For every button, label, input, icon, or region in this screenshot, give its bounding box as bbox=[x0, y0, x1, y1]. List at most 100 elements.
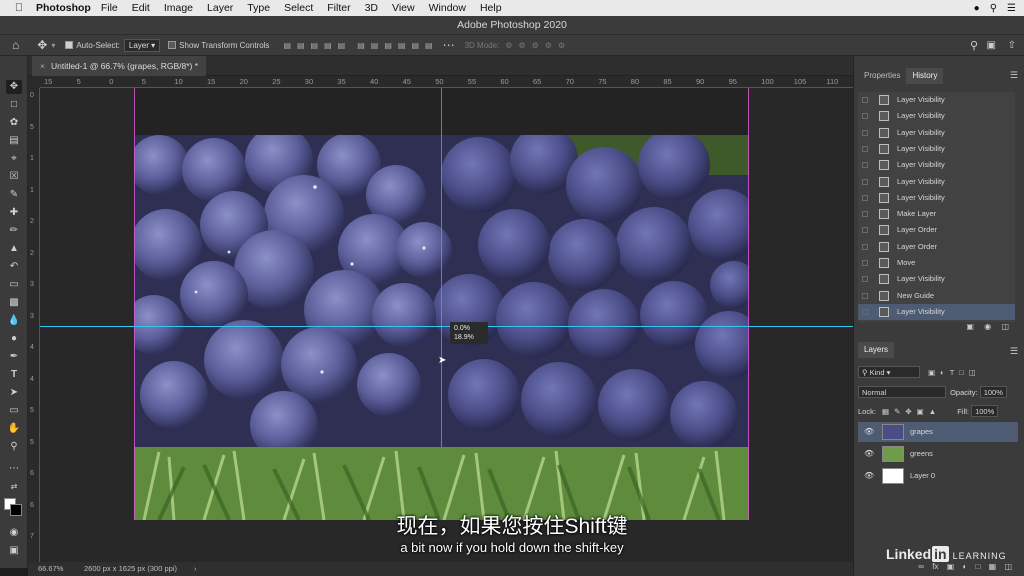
history-row[interactable]: Layer Visibility bbox=[858, 92, 1015, 108]
history-row[interactable]: Layer Order bbox=[858, 222, 1015, 238]
delete-layer-icon[interactable]: ◫ bbox=[1004, 562, 1012, 571]
link-layers-icon[interactable]: ∞ bbox=[918, 562, 924, 571]
more-options-icon[interactable]: ⋯ bbox=[443, 38, 455, 52]
brush-tool-icon[interactable]: ✏ bbox=[6, 224, 22, 238]
gradient-tool-icon[interactable]: ▩ bbox=[6, 296, 22, 310]
history-source-checkbox[interactable] bbox=[862, 162, 868, 169]
dodge-tool-icon[interactable]: ● bbox=[6, 332, 22, 346]
history-source-checkbox[interactable] bbox=[862, 276, 868, 283]
history-source-checkbox[interactable] bbox=[862, 145, 868, 152]
align-buttons[interactable]: ▤▤▤▤▤ bbox=[283, 41, 351, 50]
history-row[interactable]: Layer Visibility bbox=[858, 108, 1015, 124]
auto-select-dropdown[interactable]: Layer ▾ bbox=[123, 38, 161, 52]
document-tab[interactable]: × Untitled-1 @ 66.7% (grapes, RGB/8*) * bbox=[32, 56, 207, 76]
history-source-checkbox[interactable] bbox=[862, 243, 868, 250]
edit-toolbar-icon[interactable]: ⋯ bbox=[6, 462, 22, 476]
history-source-checkbox[interactable] bbox=[862, 292, 868, 299]
search-icon[interactable]: ⚲ bbox=[970, 39, 978, 52]
kind-filter-dropdown[interactable]: ⚲ Kind ▾ bbox=[858, 366, 920, 378]
history-row[interactable]: Layer Visibility bbox=[858, 174, 1015, 190]
swap-colors-icon[interactable]: ⇄ bbox=[6, 480, 22, 494]
layer-row-layer-0[interactable]: 👁 Layer 0 bbox=[858, 466, 1018, 486]
history-source-checkbox[interactable] bbox=[862, 178, 868, 185]
canvas-area[interactable]: 0.0% 18.9% ➤ bbox=[40, 88, 853, 562]
apple-icon[interactable]:  bbox=[12, 2, 26, 14]
healing-brush-tool-icon[interactable]: ✚ bbox=[6, 206, 22, 220]
auto-select-checkbox[interactable] bbox=[65, 41, 76, 50]
history-row[interactable]: Layer Visibility bbox=[858, 125, 1015, 141]
spotlight-search-icon[interactable]: ⚲ bbox=[990, 3, 997, 14]
menu-view[interactable]: View bbox=[392, 2, 415, 14]
group-icon[interactable]: □ bbox=[976, 562, 981, 571]
guide-right-edge[interactable] bbox=[748, 88, 749, 520]
ruler-origin[interactable] bbox=[28, 76, 40, 88]
tool-preset-chevron-icon[interactable]: ▾ bbox=[51, 41, 55, 50]
history-row[interactable]: Layer Visibility bbox=[858, 141, 1015, 157]
path-selection-tool-icon[interactable]: ➤ bbox=[6, 386, 22, 400]
layer-row-grapes[interactable]: 👁 grapes bbox=[858, 422, 1018, 442]
document-canvas[interactable] bbox=[134, 88, 749, 520]
vertical-ruler[interactable]: 051122334455667 bbox=[28, 88, 40, 562]
history-source-checkbox[interactable] bbox=[862, 113, 868, 120]
history-source-checkbox[interactable] bbox=[862, 227, 868, 234]
move-tool-icon[interactable]: ✥ bbox=[6, 80, 22, 94]
status-chevron-icon[interactable]: › bbox=[194, 562, 197, 576]
camera-icon[interactable]: ◉ bbox=[984, 322, 991, 331]
guide-vertical-center[interactable] bbox=[441, 88, 442, 447]
menu-type[interactable]: Type bbox=[247, 2, 270, 14]
zoom-level[interactable]: 66.67% bbox=[38, 562, 63, 576]
share-icon[interactable]: ⇧ bbox=[1008, 40, 1016, 51]
layers-panel-title[interactable]: Layers bbox=[858, 342, 895, 358]
creative-cloud-icon[interactable]: ● bbox=[974, 3, 980, 14]
eyedropper-tool-icon[interactable]: ✎ bbox=[6, 188, 22, 202]
opacity-input[interactable]: 100% bbox=[979, 386, 1007, 398]
eraser-tool-icon[interactable]: ▭ bbox=[6, 278, 22, 292]
notification-center-icon[interactable]: ☰ bbox=[1007, 3, 1016, 14]
close-icon[interactable]: × bbox=[40, 61, 45, 71]
show-transform-checkbox[interactable] bbox=[168, 41, 179, 50]
zoom-tool-icon[interactable]: ⚲ bbox=[6, 440, 22, 454]
marquee-tool-icon[interactable]: □ bbox=[6, 98, 22, 112]
blend-mode-dropdown[interactable]: Normal bbox=[858, 386, 946, 398]
clone-stamp-tool-icon[interactable]: ▲ bbox=[6, 242, 22, 256]
history-row[interactable]: Layer Visibility bbox=[858, 271, 1015, 287]
layer-row-greens[interactable]: 👁 greens bbox=[858, 444, 1018, 464]
history-row[interactable]: Make Layer bbox=[858, 206, 1015, 222]
history-source-checkbox[interactable] bbox=[862, 211, 868, 218]
history-row[interactable]: Layer Visibility bbox=[858, 190, 1015, 206]
menu-layer[interactable]: Layer bbox=[207, 2, 233, 14]
guide-left-edge[interactable] bbox=[134, 88, 135, 520]
visibility-eye-icon[interactable]: 👁 bbox=[864, 466, 874, 486]
home-icon[interactable]: ⌂ bbox=[12, 38, 19, 52]
horizontal-ruler[interactable]: 15 5 0 5 10 15 20 25 30 35 40 45 50 55 60 65 70 75 80 85 90 9… bbox=[40, 76, 853, 88]
history-source-checkbox[interactable] bbox=[862, 308, 868, 315]
menu-3d[interactable]: 3D bbox=[365, 2, 378, 14]
visibility-eye-icon[interactable]: 👁 bbox=[864, 444, 874, 464]
workspace-icon[interactable]: ▣ bbox=[987, 40, 996, 51]
history-brush-tool-icon[interactable]: ↶ bbox=[6, 260, 22, 274]
filter-type-icons[interactable]: ▣◐T□◫ bbox=[928, 368, 981, 377]
rectangle-tool-icon[interactable]: ▭ bbox=[6, 404, 22, 418]
new-layer-icon[interactable]: ▦ bbox=[989, 562, 997, 571]
lasso-tool-icon[interactable]: ✿ bbox=[6, 116, 22, 130]
menu-select[interactable]: Select bbox=[284, 2, 313, 14]
history-row[interactable]: Layer Visibility bbox=[858, 303, 1015, 320]
history-row[interactable]: Layer Visibility bbox=[858, 157, 1015, 173]
fill-input[interactable]: 100% bbox=[971, 405, 999, 417]
blur-tool-icon[interactable]: 💧 bbox=[6, 314, 22, 328]
mask-icon[interactable]: ▣ bbox=[947, 562, 955, 571]
adjustment-icon[interactable]: ◐ bbox=[962, 562, 967, 571]
history-source-checkbox[interactable] bbox=[862, 97, 868, 103]
history-row[interactable]: Move bbox=[858, 255, 1015, 271]
menu-file[interactable]: File bbox=[101, 2, 118, 14]
history-source-checkbox[interactable] bbox=[862, 260, 868, 266]
trash-icon[interactable]: ◫ bbox=[1001, 322, 1009, 331]
type-tool-icon[interactable]: T bbox=[6, 368, 22, 382]
object-selection-tool-icon[interactable]: ▤ bbox=[6, 134, 22, 148]
panel-menu-icon[interactable]: ☰ bbox=[1010, 70, 1018, 81]
history-row[interactable]: New Guide bbox=[858, 288, 1015, 304]
menu-image[interactable]: Image bbox=[164, 2, 193, 14]
distribute-buttons[interactable]: ▤▤▤▤▤▤ bbox=[357, 41, 438, 50]
menu-filter[interactable]: Filter bbox=[327, 2, 350, 14]
crop-tool-icon[interactable]: ⌖ bbox=[6, 152, 22, 166]
